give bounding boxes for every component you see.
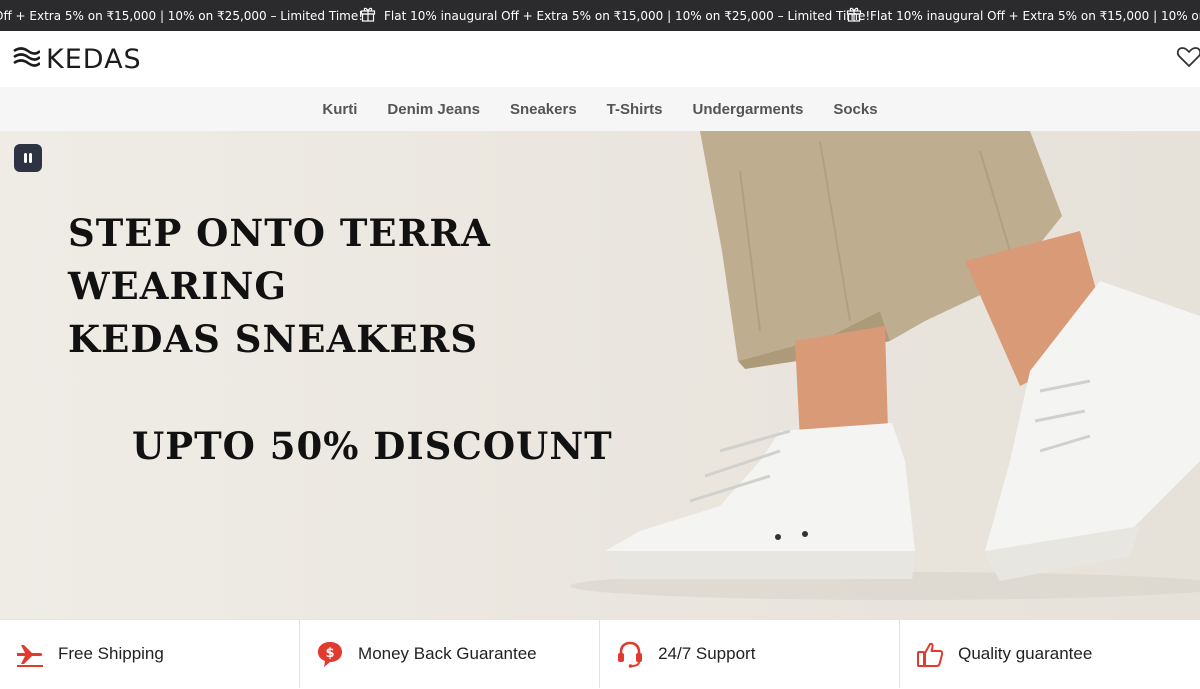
nav-item-t-shirts[interactable]: T-Shirts: [592, 101, 678, 118]
announcement-text: Flat 10% inaugural Off + Extra 5% on ₹15…: [384, 8, 871, 23]
announcement-item: Off + Extra 5% on ₹15,000 | 10% on ₹25,0…: [0, 0, 363, 31]
logo-mark-icon: [12, 45, 41, 74]
site-logo[interactable]: KEDAS: [12, 43, 142, 75]
hero-banner[interactable]: STEP ONTO TERRA WEARING KEDAS SNEAKERS U…: [0, 131, 1200, 619]
airplane-icon: [14, 638, 46, 670]
nav-item-denim-jeans[interactable]: Denim Jeans: [372, 101, 495, 118]
money-icon: $: [314, 638, 346, 670]
gift-icon: [846, 6, 870, 25]
nav-item-undergarments[interactable]: Undergarments: [678, 101, 819, 118]
hero-headline-line: STEP ONTO TERRA: [68, 211, 491, 255]
hero-discount: UPTO 50% DISCOUNT: [132, 424, 613, 468]
feature-label: Money Back Guarantee: [358, 644, 537, 663]
feature-money-back: $ Money Back Guarantee: [300, 620, 601, 688]
gift-icon: [360, 6, 384, 25]
feature-label: Quality guarantee: [958, 644, 1093, 663]
features-strip: Free Shipping $ Money Back Guarantee 24/…: [0, 619, 1200, 689]
site-header: KEDAS: [0, 31, 1200, 87]
feature-label: Free Shipping: [58, 644, 164, 663]
feature-quality: Quality guarantee: [900, 620, 1200, 688]
svg-text:$: $: [326, 646, 335, 661]
headset-icon: [614, 638, 646, 670]
heart-icon[interactable]: [1176, 45, 1200, 71]
hero-headline: STEP ONTO TERRA WEARING KEDAS SNEAKERS: [68, 207, 588, 366]
feature-support: 24/7 Support: [600, 620, 901, 688]
feature-label: 24/7 Support: [658, 644, 756, 663]
hero-headline-line: WEARING: [68, 264, 287, 308]
thumbs-up-icon: [914, 638, 946, 670]
announcement-text: Flat 10% inaugural Off + Extra 5% on ₹15…: [870, 8, 1200, 23]
category-nav: Kurti Denim Jeans Sneakers T-Shirts Unde…: [0, 87, 1200, 131]
nav-item-sneakers[interactable]: Sneakers: [495, 101, 592, 118]
hero-image: [570, 131, 1200, 600]
hero-headline-line: KEDAS SNEAKERS: [68, 317, 479, 361]
feature-free-shipping: Free Shipping: [0, 620, 301, 688]
pause-icon[interactable]: [14, 144, 42, 172]
nav-item-kurti[interactable]: Kurti: [307, 101, 372, 118]
announcement-text: Off + Extra 5% on ₹15,000 | 10% on ₹25,0…: [0, 8, 364, 23]
announcement-bar: Off + Extra 5% on ₹15,000 | 10% on ₹25,0…: [0, 0, 1200, 31]
announcement-item: Flat 10% inaugural Off + Extra 5% on ₹15…: [846, 0, 1200, 31]
logo-text: KEDAS: [46, 43, 142, 75]
announcement-item: Flat 10% inaugural Off + Extra 5% on ₹15…: [360, 0, 870, 31]
nav-item-socks[interactable]: Socks: [818, 101, 892, 118]
